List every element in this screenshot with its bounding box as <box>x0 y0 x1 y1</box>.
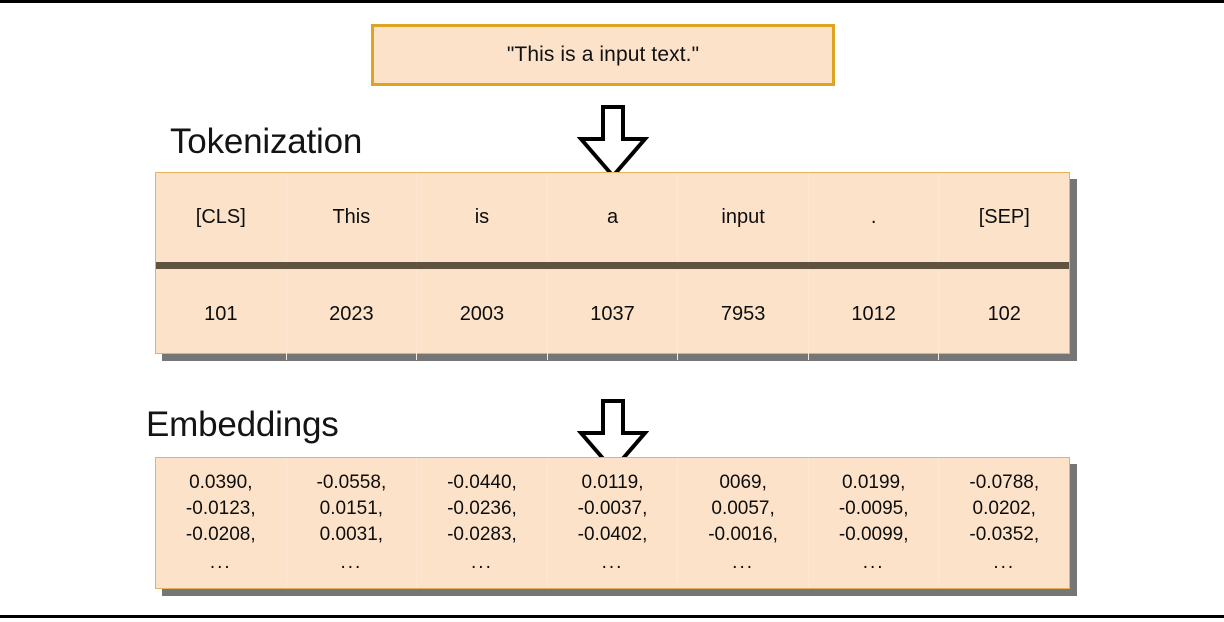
embedding-column: 0.0199, -0.0095, -0.0099, ... <box>809 458 940 588</box>
embedding-value: -0.0283, <box>447 524 517 545</box>
token-id-cell: 2003 <box>417 269 548 360</box>
token-cell: . <box>809 173 940 262</box>
token-id-cell: 1012 <box>809 269 940 360</box>
embedding-column: 0069, 0.0057, -0.0016, ... <box>678 458 809 588</box>
embedding-ellipsis: ... <box>340 552 363 573</box>
embedding-value: 0.0199, <box>841 472 906 493</box>
embedding-value: -0.0095, <box>838 498 909 519</box>
embedding-value: 0.0202, <box>972 498 1036 519</box>
embedding-value: -0.0352, <box>969 524 1040 545</box>
token-id-cell: 2023 <box>287 269 418 360</box>
embedding-value: 0.0119, <box>581 472 644 493</box>
top-divider-rule <box>0 0 1224 3</box>
token-cell: input <box>678 173 809 262</box>
embedding-value: -0.0558, <box>316 472 387 493</box>
embedding-ellipsis: ... <box>862 552 885 573</box>
token-cell: [CLS] <box>156 173 287 262</box>
bottom-divider-rule <box>0 615 1224 618</box>
embedding-value: 0.0057, <box>711 498 775 519</box>
embedding-ellipsis: ... <box>471 552 493 573</box>
token-cell: a <box>548 173 679 262</box>
embedding-ellipsis: ... <box>732 552 755 573</box>
token-cell: This <box>287 173 418 262</box>
diagram-canvas: "This is a input text." Tokenization [CL… <box>0 0 1224 622</box>
tokenization-heading: Tokenization <box>170 122 363 161</box>
embedding-column: -0.0788, 0.0202, -0.0352, ... <box>939 458 1069 588</box>
embedding-ellipsis: ... <box>993 552 1016 573</box>
tokenization-table: [CLS] This is a input . [SEP] 101 2023 2… <box>155 172 1070 360</box>
token-cell: is <box>417 173 548 262</box>
token-row: [CLS] This is a input . [SEP] <box>156 173 1069 262</box>
input-text-label: "This is a input text." <box>506 43 700 66</box>
token-id-cell: 101 <box>156 269 287 360</box>
embeddings-table: 0.0390, -0.0123, -0.0208, ... -0.0558, 0… <box>155 457 1070 589</box>
embedding-value: 0069, <box>719 472 767 493</box>
embedding-value: 0.0031, <box>319 524 384 545</box>
embedding-ellipsis: ... <box>601 552 624 573</box>
embedding-value: -0.0037, <box>577 498 648 519</box>
embeddings-heading: Embeddings <box>146 405 339 444</box>
embedding-column: 0.0390, -0.0123, -0.0208, ... <box>156 458 287 588</box>
embedding-column: 0.0119, -0.0037, -0.0402, ... <box>548 458 679 588</box>
embedding-column: -0.0558, 0.0151, 0.0031, ... <box>287 458 418 588</box>
embedding-value: -0.0440, <box>447 472 517 493</box>
embedding-value: 0.0390, <box>189 472 253 493</box>
embedding-column: -0.0440, -0.0236, -0.0283, ... <box>417 458 548 588</box>
embedding-ellipsis: ... <box>209 552 232 573</box>
input-text-box: "This is a input text." <box>371 24 835 86</box>
embedding-value: -0.0236, <box>447 498 517 519</box>
embedding-value: 0.0151, <box>319 498 384 519</box>
row-divider <box>156 262 1069 269</box>
down-arrow-icon-tokenization <box>576 104 650 180</box>
embedding-value: -0.0788, <box>969 472 1040 493</box>
token-cell: [SEP] <box>978 206 1030 228</box>
token-id-cell: 7953 <box>678 269 809 360</box>
embedding-value: -0.0402, <box>577 524 648 545</box>
embedding-value: -0.0208, <box>185 524 256 545</box>
embedding-value: -0.0123, <box>185 498 256 519</box>
token-id-row: 101 2023 2003 1037 7953 1012 102 <box>156 269 1069 360</box>
embedding-value: -0.0099, <box>838 524 909 545</box>
token-id-cell: 102 <box>987 303 1021 325</box>
embedding-value: -0.0016, <box>708 524 778 545</box>
token-id-cell: 1037 <box>548 269 679 360</box>
